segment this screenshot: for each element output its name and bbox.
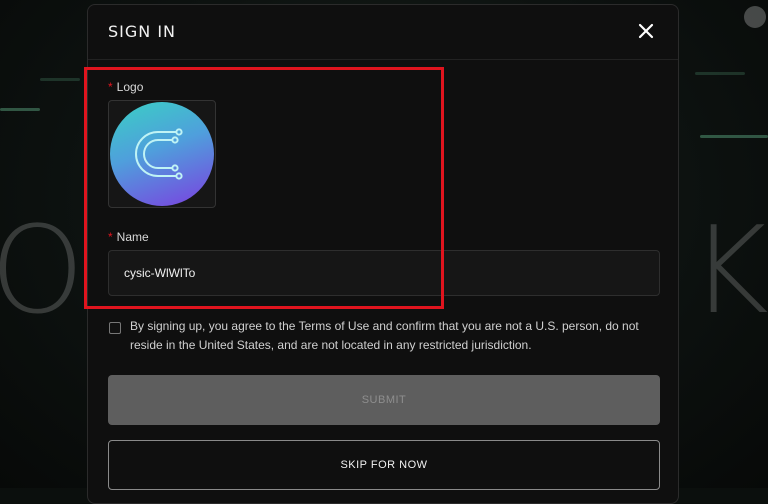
background-avatar-dot [744,6,766,28]
background-glow-line [0,108,40,111]
background-letter-k: K [690,202,768,341]
close-icon[interactable] [636,21,656,41]
background-glow-line [40,78,80,81]
modal-header: SIGN IN [88,5,678,60]
highlight-box [84,67,444,309]
skip-for-now-button[interactable]: SKIP FOR NOW [108,440,660,490]
background-letter-o: O [0,202,85,341]
submit-button[interactable]: SUBMIT [108,375,660,425]
background-glow-line [700,135,768,138]
terms-text: By signing up, you agree to the Terms of… [130,319,639,352]
sign-in-modal: SIGN IN * Logo * Name cysic-WlWlTo By si… [84,4,679,504]
modal-title: SIGN IN [108,22,177,41]
background-glow-line [695,72,745,75]
terms-checkbox[interactable] [109,322,121,334]
